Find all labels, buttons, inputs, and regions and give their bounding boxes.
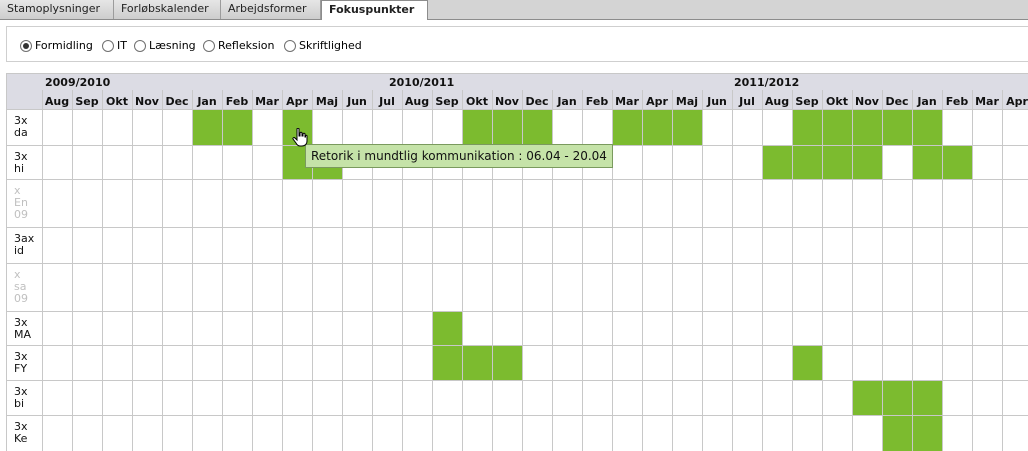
month-label: Nov xyxy=(495,95,520,108)
focus-period-cell xyxy=(882,415,912,451)
school-year-label: 2010/2011 xyxy=(389,76,454,89)
focus-period-cell xyxy=(792,145,822,179)
month-label: Okt xyxy=(466,95,488,108)
month-label: Jun xyxy=(346,95,367,108)
month-label: Dec xyxy=(885,95,908,108)
focus-period-cell xyxy=(642,109,672,145)
month-label: Mar xyxy=(255,95,279,108)
month-label: Apr xyxy=(646,95,668,108)
month-label: Feb xyxy=(226,95,249,108)
month-label: Mar xyxy=(615,95,639,108)
focus-period-cell xyxy=(462,109,492,145)
month-label: Aug xyxy=(765,95,789,108)
row-class-label: bi xyxy=(14,397,24,410)
month-label: Aug xyxy=(405,95,429,108)
month-label: Sep xyxy=(75,95,98,108)
focus-period-cell xyxy=(792,345,822,380)
focus-period-cell xyxy=(852,109,882,145)
focus-period-cell xyxy=(942,145,972,179)
month-label: Jan xyxy=(556,95,576,108)
row-class-label: hi xyxy=(14,162,24,175)
month-label: Okt xyxy=(106,95,128,108)
row-class-label: 09 xyxy=(14,292,28,305)
focus-period-cell xyxy=(912,380,942,415)
focus-period-cell xyxy=(822,109,852,145)
month-label: Maj xyxy=(316,95,338,108)
focus-period-cell xyxy=(882,109,912,145)
month-label: Nov xyxy=(135,95,160,108)
month-label: Sep xyxy=(435,95,458,108)
row-class-label: 09 xyxy=(14,208,28,221)
focus-period-cell xyxy=(912,415,942,451)
month-label: Dec xyxy=(165,95,188,108)
focus-period-cell xyxy=(672,109,702,145)
month-label: Jun xyxy=(706,95,727,108)
hand-cursor-icon xyxy=(292,128,308,147)
focus-period-cell xyxy=(762,145,792,179)
month-label: Dec xyxy=(525,95,548,108)
focus-period-cell xyxy=(222,109,252,145)
row-class-label: MA xyxy=(14,328,31,341)
focus-period-cell xyxy=(612,109,642,145)
month-label: Sep xyxy=(795,95,818,108)
month-label: Jul xyxy=(378,95,395,108)
focus-period-cell xyxy=(192,109,222,145)
focus-period-cell xyxy=(882,380,912,415)
focus-period-cell xyxy=(432,311,462,345)
month-label: Feb xyxy=(946,95,969,108)
focus-period-cell xyxy=(432,345,462,380)
row-class-label: id xyxy=(14,244,24,257)
focus-period-cell xyxy=(492,109,522,145)
focus-period-cell xyxy=(852,380,882,415)
month-label: Apr xyxy=(1006,95,1028,108)
month-label: Jan xyxy=(916,95,936,108)
month-label: Okt xyxy=(826,95,848,108)
focus-period-cell xyxy=(912,109,942,145)
focus-period-cell xyxy=(462,345,492,380)
month-label: Apr xyxy=(286,95,308,108)
school-year-label: 2009/2010 xyxy=(45,76,111,89)
row-class-label: FY xyxy=(14,362,27,375)
focus-period-cell xyxy=(822,145,852,179)
focus-calendar-grid: 2009/2010 2010/2011 2011/2012 Aug Sep Okt Nov D… xyxy=(6,73,1028,451)
focus-period-cell xyxy=(792,109,822,145)
row-class-label: Ke xyxy=(14,432,28,445)
month-label: Aug xyxy=(45,95,69,108)
month-label: Jan xyxy=(196,95,216,108)
month-label: Jul xyxy=(738,95,755,108)
month-label: Feb xyxy=(586,95,609,108)
month-label: Mar xyxy=(975,95,999,108)
month-label: Nov xyxy=(855,95,880,108)
focus-period-cell xyxy=(492,345,522,380)
focus-period-cell xyxy=(912,145,942,179)
row-class-label: da xyxy=(14,126,28,139)
hover-tooltip: Retorik i mundtlig kommunikation : 06.04… xyxy=(305,144,613,168)
month-label: Maj xyxy=(676,95,698,108)
focus-period-cell xyxy=(852,145,882,179)
focus-period-cell xyxy=(522,109,552,145)
school-year-label: 2011/2012 xyxy=(734,76,799,89)
